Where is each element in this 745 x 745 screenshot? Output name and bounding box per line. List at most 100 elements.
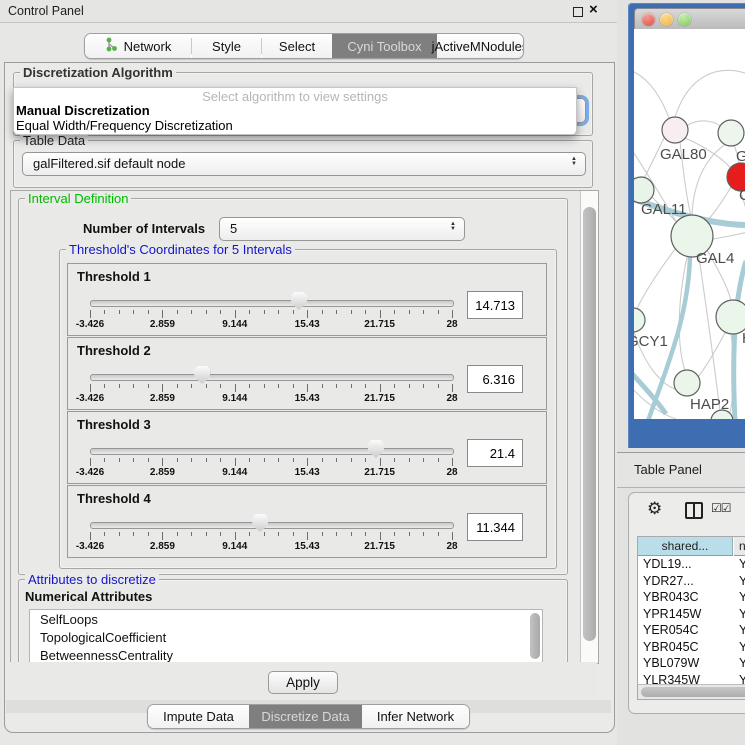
table-panel: ⚙ ☑☑ shared... na YDL19...YDL1YDR27...YD… <box>628 492 745 714</box>
threshold-4-panel: Threshold 4 -3.4262.8599.14415.4321.71528… <box>67 485 547 558</box>
control-panel-title: Control Panel <box>8 4 84 18</box>
combo-stepper-icon: ▲▼ <box>571 157 577 167</box>
cell-name: YPR1 <box>739 607 745 621</box>
network-canvas[interactable]: GAL80GACGAL11GAL4GCY1HHAP2 <box>634 29 745 419</box>
tab-jactivemnodules[interactable]: jActiveMNodules <box>437 34 523 58</box>
cell-name: YDR2 <box>739 574 745 588</box>
network-node[interactable] <box>718 120 744 146</box>
cell-shared-name: YBR043C <box>643 590 699 604</box>
column-header-name[interactable]: na <box>734 537 745 556</box>
cell-name: YBR0 <box>739 590 745 604</box>
table-hscrollbar-thumb[interactable] <box>641 687 745 697</box>
slider-track[interactable] <box>90 374 454 381</box>
cell-shared-name: YER054C <box>643 623 699 637</box>
network-window: GAL80GACGAL11GAL4GCY1HHAP2 <box>628 3 745 448</box>
slider-track[interactable] <box>90 300 454 307</box>
slider-tick-labels: -3.4262.8599.14415.4321.71528 <box>68 393 546 405</box>
network-node[interactable] <box>716 300 745 334</box>
network-node[interactable] <box>662 117 688 143</box>
table-row[interactable]: YDR27... YDR2 <box>638 574 745 591</box>
cell-name: YBL0 <box>739 656 745 670</box>
slider-tick-labels: -3.4262.8599.14415.4321.71528 <box>68 541 546 553</box>
threshold-value-field[interactable]: 14.713 <box>467 291 523 319</box>
table-rows: YDL19... YDL1 YDR27... YDR2 YBR043C YBR0 YPR14… <box>638 557 745 685</box>
select-columns-checkboxes-icon[interactable]: ☑☑ <box>711 501 731 515</box>
table-data-combobox[interactable]: galFiltered.sif default node ▲▼ <box>22 152 586 176</box>
threshold-value-field[interactable]: 21.4 <box>467 439 523 467</box>
slider-track[interactable] <box>90 522 454 529</box>
split-columns-icon[interactable] <box>685 502 703 519</box>
tab-infer-network[interactable]: Infer Network <box>362 705 469 728</box>
node-table[interactable]: shared... na YDL19... YDL1 YDR27... YDR2 YBR… <box>637 536 745 700</box>
screenshot-root: Control Panel × Network Style Select Cyn… <box>0 0 745 745</box>
cell-shared-name: YPR145W <box>643 607 701 621</box>
list-scrollbar[interactable] <box>530 613 540 659</box>
slider-ticks <box>90 532 453 541</box>
dropdown-option-manual[interactable]: Manual Discretization <box>16 103 150 118</box>
apply-button[interactable]: Apply <box>268 671 338 694</box>
network-node[interactable] <box>674 370 700 396</box>
table-panel-titlebar: Table Panel <box>617 452 745 488</box>
threshold-2-panel: Threshold 2 -3.4262.8599.14415.4321.71528… <box>67 337 547 410</box>
tab-discretize-data[interactable]: Discretize Data <box>249 705 362 728</box>
settings-scrollbar-thumb[interactable] <box>583 207 596 641</box>
cell-shared-name: YBR045C <box>643 640 699 654</box>
slider-thumb[interactable] <box>194 366 210 384</box>
zoom-traffic-light-icon[interactable] <box>678 13 691 26</box>
cell-name: YER0 <box>739 623 745 637</box>
settings-scrollbar-track[interactable] <box>580 191 598 663</box>
tab-impute-data[interactable]: Impute Data <box>148 705 249 728</box>
table-row[interactable]: YPR145W YPR1 <box>638 607 745 624</box>
table-hscrollbar[interactable] <box>638 684 745 699</box>
table-panel-title: Table Panel <box>634 462 702 477</box>
attribute-list-item[interactable]: SelfLoops <box>30 610 542 628</box>
slider-track[interactable] <box>90 448 454 455</box>
cell-name: YDL1 <box>739 557 745 571</box>
table-row[interactable]: YER054C YER0 <box>638 623 745 640</box>
numerical-attributes-list[interactable]: SelfLoopsTopologicalCoefficientBetweenne… <box>29 609 543 664</box>
table-row[interactable]: YDL19... YDL1 <box>638 557 745 574</box>
slider-ticks <box>90 458 453 467</box>
table-data-combobox-value: galFiltered.sif default node <box>33 156 185 171</box>
attribute-list-item[interactable]: TopologicalCoefficient <box>30 628 542 646</box>
close-icon[interactable]: × <box>589 1 598 18</box>
slider-thumb[interactable] <box>252 514 268 532</box>
cell-shared-name: YBL079W <box>643 656 699 670</box>
tab-style[interactable]: Style <box>192 34 261 58</box>
network-window-titlebar[interactable] <box>634 8 745 31</box>
thresholds-group-title: Threshold's Coordinates for 5 Intervals <box>66 242 295 257</box>
cell-name: YBR0 <box>739 640 745 654</box>
tab-network[interactable]: Network <box>85 34 191 58</box>
dropdown-option-equal-width[interactable]: Equal Width/Frequency Discretization <box>16 118 233 133</box>
network-node-label: GAL80 <box>660 146 707 163</box>
slider-thumb[interactable] <box>368 440 384 458</box>
close-traffic-light-icon[interactable] <box>642 13 655 26</box>
discretization-algorithm-group-title: Discretization Algorithm <box>20 65 176 80</box>
slider-tick-labels: -3.4262.8599.14415.4321.71528 <box>68 467 546 479</box>
cell-shared-name: YDL19... <box>643 557 692 571</box>
float-icon[interactable] <box>573 7 583 17</box>
table-row[interactable]: YBR043C YBR0 <box>638 590 745 607</box>
network-node[interactable] <box>634 308 645 332</box>
number-of-intervals-combobox[interactable]: 5 ▲▼ <box>219 217 465 241</box>
gear-icon[interactable]: ⚙ <box>647 499 662 519</box>
table-row[interactable]: YBL079W YBL0 <box>638 656 745 673</box>
threshold-value-field[interactable]: 11.344 <box>467 513 523 541</box>
tab-cyni-toolbox[interactable]: Cyni Toolbox <box>332 34 437 58</box>
column-header-shared-name[interactable]: shared... <box>638 537 733 556</box>
network-graph-icon <box>105 37 118 55</box>
threshold-value-field[interactable]: 6.316 <box>467 365 523 393</box>
threshold-label: Threshold 2 <box>77 343 151 358</box>
slider-thumb[interactable] <box>291 292 307 310</box>
network-node-label: GCY1 <box>634 333 668 350</box>
cell-shared-name: YDR27... <box>643 574 694 588</box>
network-node-label: GAL4 <box>696 250 734 267</box>
bottom-tabs: Impute Data Discretize Data Infer Networ… <box>147 704 470 729</box>
minimize-traffic-light-icon[interactable] <box>660 13 673 26</box>
network-node[interactable] <box>634 177 654 203</box>
tab-select[interactable]: Select <box>262 34 332 58</box>
interval-definition-group-title: Interval Definition <box>25 191 131 206</box>
numerical-attributes-label: Numerical Attributes <box>25 589 152 604</box>
table-row[interactable]: YBR045C YBR0 <box>638 640 745 657</box>
threshold-label: Threshold 4 <box>77 491 151 506</box>
